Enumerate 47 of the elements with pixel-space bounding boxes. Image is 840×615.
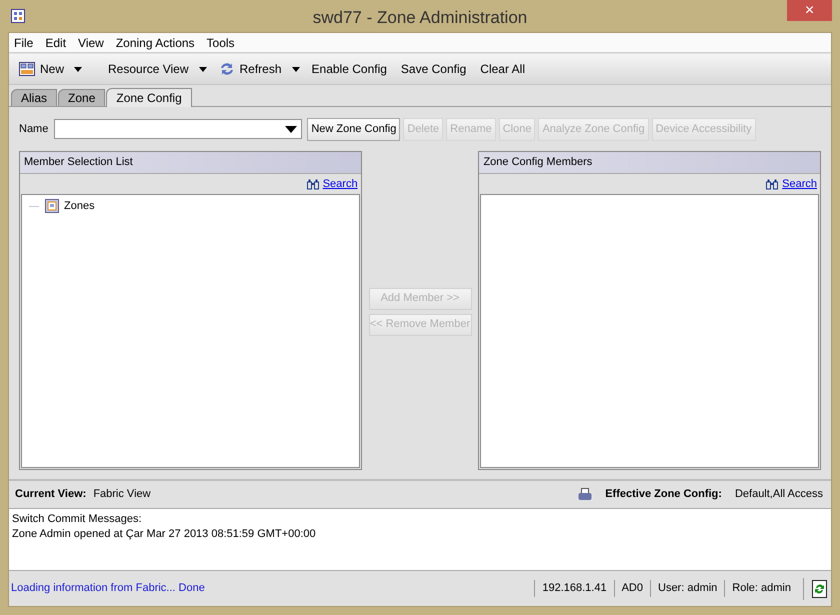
status-field: Role: admin — [732, 580, 791, 597]
panel-title: Member Selection List — [20, 152, 361, 174]
binoculars-icon — [306, 178, 319, 190]
status-field: User: admin — [658, 580, 718, 597]
printer-icon — [578, 488, 592, 501]
app-icon — [11, 9, 25, 23]
field-label: Effective Zone Config: — [605, 487, 722, 502]
toolbar-button[interactable]: New — [13, 57, 70, 81]
sync-icon[interactable] — [812, 580, 827, 598]
tab[interactable]: Zone — [58, 89, 106, 106]
search-link[interactable]: Search — [782, 176, 818, 192]
toolbar-button[interactable]: Resource View — [102, 57, 194, 81]
menu-item[interactable]: Tools — [206, 34, 235, 52]
status-message: Loading information from Fabric... Done — [11, 581, 205, 596]
field-label: Current View: — [15, 487, 86, 502]
tab[interactable]: Alias — [11, 89, 58, 106]
folder-icon — [45, 199, 59, 214]
message-line: Zone Admin opened at Çar Mar 27 2013 08:51:59 GMT+00:00 — [12, 527, 317, 542]
caret-icon — [292, 66, 300, 72]
tree-item[interactable]: Zones — [64, 198, 95, 214]
field-value: Fabric View — [93, 487, 151, 502]
message-line: Switch Commit Messages: — [12, 512, 143, 527]
close-button[interactable]: × — [787, 0, 832, 21]
menu-item[interactable]: Edit — [45, 34, 66, 52]
caret-icon — [285, 126, 298, 132]
window-title: swd77 - Zone Administration — [312, 7, 528, 29]
search-link[interactable]: Search — [322, 176, 358, 192]
menu-item[interactable]: File — [14, 34, 34, 52]
field-value: Default,All Access — [734, 487, 823, 502]
window-grid-icon — [19, 62, 35, 76]
menu-item[interactable]: View — [78, 34, 104, 52]
refresh-icon — [218, 61, 234, 77]
toolbar-button[interactable]: Clear All — [474, 57, 531, 81]
status-field: 192.168.1.41 — [542, 580, 607, 597]
toolbar-button[interactable]: Refresh — [212, 57, 288, 81]
name-dropdown[interactable] — [54, 119, 302, 139]
panel-title: Zone Config Members — [479, 152, 820, 174]
binoculars-icon — [766, 178, 778, 190]
menu-item[interactable]: Zoning Actions — [116, 34, 195, 52]
caret-icon — [198, 66, 206, 72]
toolbar-button[interactable]: Enable Config — [306, 57, 393, 81]
toolbar-button[interactable]: Save Config — [394, 57, 472, 81]
action-button[interactable]: New Zone Config — [307, 118, 400, 140]
caret-icon — [74, 66, 82, 72]
tab[interactable]: Zone Config — [106, 88, 192, 107]
status-field: AD0 — [622, 580, 643, 597]
field-label: Name — [19, 122, 48, 137]
